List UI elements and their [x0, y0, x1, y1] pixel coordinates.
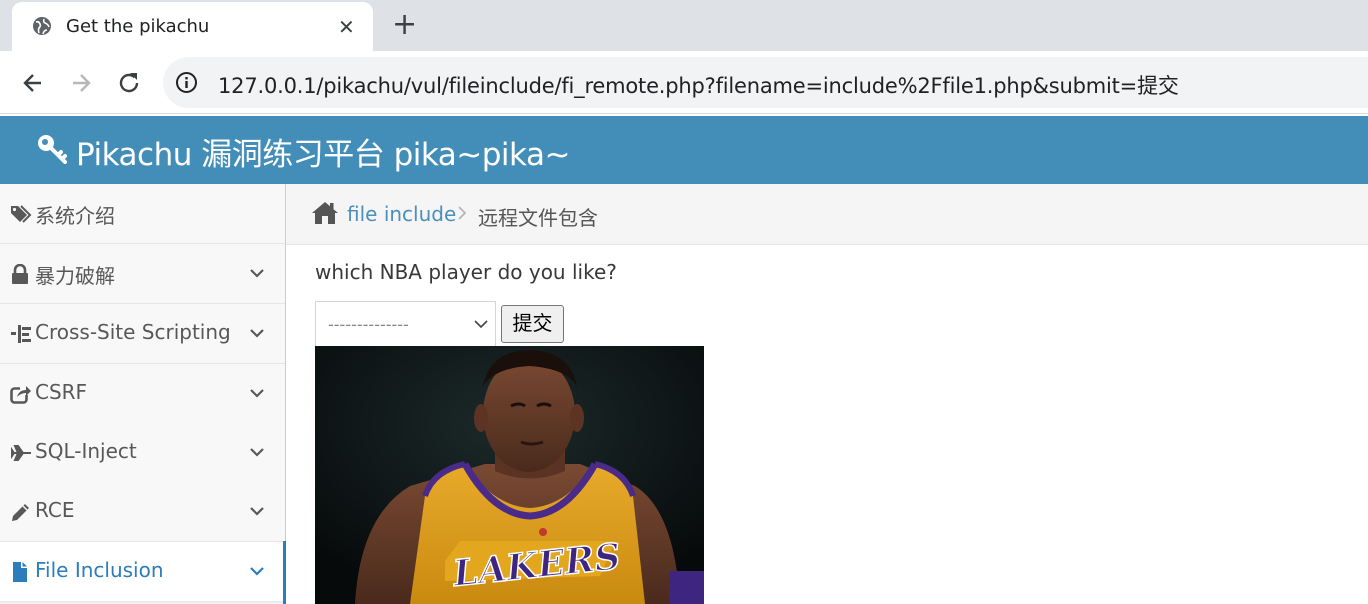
- chevron-down-icon: [250, 389, 264, 398]
- reload-icon[interactable]: [115, 69, 143, 97]
- chevron-down-icon: [250, 567, 264, 576]
- sidebar-item-rce[interactable]: RCE: [0, 482, 285, 542]
- brand-title[interactable]: Pikachu 漏洞练习平台 pika~pika~: [76, 129, 570, 174]
- submit-button[interactable]: 提交: [501, 305, 564, 343]
- new-tab-button[interactable]: +: [392, 8, 417, 42]
- site-header: Pikachu 漏洞练习平台 pika~pika~: [0, 116, 1368, 184]
- file-icon: [13, 562, 27, 582]
- chevron-right-icon: [458, 206, 467, 220]
- sidebar-item-label: RCE: [35, 498, 75, 522]
- chevron-down-icon: [250, 448, 264, 457]
- sidebar-item-label: Cross-Site Scripting: [35, 320, 231, 344]
- browser-tabstrip: Get the pikachu ✕ +: [0, 0, 1368, 51]
- sidebar-item-file-inclusion[interactable]: File Inclusion: [0, 542, 285, 602]
- breadcrumb-link[interactable]: file include: [347, 202, 456, 226]
- chevron-down-icon: [250, 269, 264, 278]
- chevron-down-icon: [250, 329, 264, 338]
- sidebar-item-label: SQL-Inject: [35, 439, 137, 463]
- pencil-icon: [12, 504, 29, 521]
- list-icon: [11, 325, 31, 343]
- info-icon[interactable]: [175, 71, 198, 94]
- select-value: --------------: [328, 315, 409, 334]
- close-tab-icon[interactable]: ✕: [338, 15, 355, 39]
- browser-tab[interactable]: Get the pikachu ✕: [12, 2, 373, 51]
- tab-title: Get the pikachu: [66, 16, 210, 37]
- form-question: which NBA player do you like?: [315, 260, 617, 284]
- url-text[interactable]: 127.0.0.1/pikachu/vul/fileinclude/fi_rem…: [218, 70, 1179, 100]
- sidebar-item-label: 系统介绍: [35, 204, 115, 228]
- breadcrumb-current: 远程文件包含: [478, 206, 598, 230]
- tags-icon: [11, 205, 32, 223]
- forward-arrow-icon[interactable]: [67, 69, 95, 97]
- back-arrow-icon[interactable]: [19, 69, 47, 97]
- sidebar-item-csrf[interactable]: CSRF: [0, 364, 285, 424]
- sidebar-item-label: CSRF: [35, 380, 88, 404]
- chevron-down-icon: [474, 320, 488, 329]
- key-icon: [38, 135, 67, 164]
- active-indicator: [283, 541, 286, 604]
- sidebar-item-label: File Inclusion: [35, 558, 164, 582]
- address-bar[interactable]: 127.0.0.1/pikachu/vul/fileinclude/fi_rem…: [163, 57, 1368, 108]
- sidebar-item-label: 暴力破解: [35, 264, 115, 288]
- chevron-down-icon: [250, 507, 264, 516]
- sidebar-item-brute-force[interactable]: 暴力破解: [0, 244, 285, 304]
- sidebar-item-xss[interactable]: Cross-Site Scripting: [0, 304, 285, 364]
- plane-icon: [11, 445, 31, 461]
- player-photo: LAKERS: [315, 346, 704, 604]
- globe-icon: [33, 17, 51, 35]
- sidebar-item-intro[interactable]: 系统介绍: [0, 184, 285, 244]
- home-icon[interactable]: [311, 201, 339, 225]
- sidebar: 系统介绍 暴力破解 Cross-Site Scripting CSRF SQL-…: [0, 184, 286, 604]
- sidebar-item-sql-inject[interactable]: SQL-Inject: [0, 423, 285, 483]
- share-icon: [10, 385, 31, 404]
- browser-toolbar: 127.0.0.1/pikachu/vul/fileinclude/fi_rem…: [0, 51, 1368, 114]
- player-select[interactable]: --------------: [315, 301, 496, 347]
- lock-icon: [12, 264, 28, 284]
- breadcrumb: file include 远程文件包含: [286, 184, 1368, 245]
